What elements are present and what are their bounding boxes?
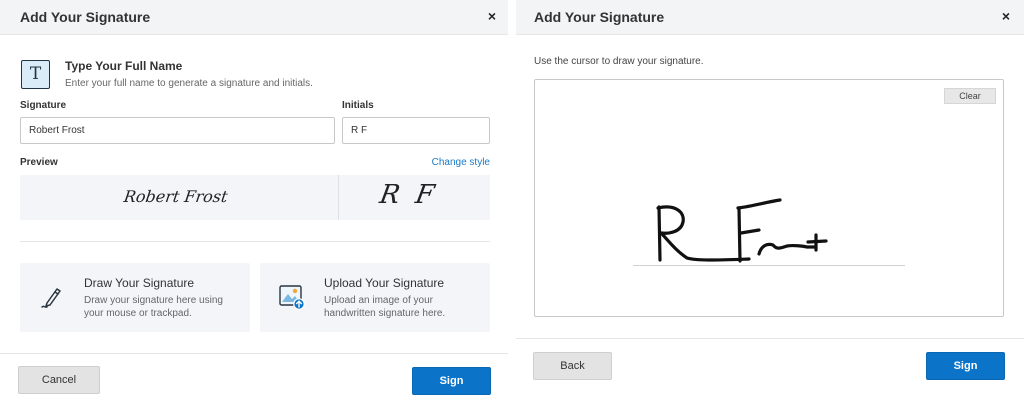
- upload-option-description: Upload an image of your handwritten sign…: [324, 295, 446, 319]
- signature-label: Signature: [20, 100, 67, 111]
- sign-button[interactable]: Sign: [412, 367, 491, 395]
- text-T-icon: T: [21, 60, 50, 89]
- initials-input[interactable]: [342, 117, 490, 144]
- footer-divider: [516, 338, 1024, 339]
- type-signature-dialog: Add Your Signature × T Type Your Full Na…: [0, 0, 508, 406]
- image-upload-icon: [279, 285, 305, 310]
- signature-input[interactable]: [20, 117, 335, 144]
- signature-preview: Robert Frost R F: [20, 175, 490, 220]
- close-icon[interactable]: ×: [1002, 8, 1010, 24]
- change-style-link[interactable]: Change style: [432, 157, 490, 168]
- upload-signature-option[interactable]: Upload Your Signature Upload an image of…: [260, 263, 490, 332]
- preview-divider: [338, 175, 339, 220]
- draw-instructions: Use the cursor to draw your signature.: [534, 56, 704, 67]
- preview-initials-text: R F: [377, 180, 441, 210]
- draw-option-title: Draw Your Signature: [84, 276, 195, 290]
- dialog-header: Add Your Signature ×: [516, 0, 1024, 35]
- dialog-header: Add Your Signature ×: [0, 0, 508, 35]
- text-T-glyph: T: [29, 64, 42, 84]
- upload-option-title: Upload Your Signature: [324, 276, 445, 290]
- pen-draw-icon: [41, 288, 61, 308]
- draw-signature-option[interactable]: Draw Your Signature Draw your signature …: [20, 263, 250, 332]
- dialog-title: Add Your Signature: [534, 9, 665, 25]
- footer-divider: [0, 353, 508, 354]
- signature-canvas[interactable]: Clear: [534, 79, 1004, 317]
- section-divider: [20, 241, 490, 242]
- type-section-heading: Type Your Full Name: [65, 59, 183, 73]
- close-icon[interactable]: ×: [488, 8, 496, 24]
- draw-option-description: Draw your signature here using your mous…: [84, 295, 223, 319]
- dialog-title: Add Your Signature: [20, 9, 151, 25]
- drawn-signature-stroke: [656, 198, 828, 263]
- cancel-button[interactable]: Cancel: [18, 366, 100, 394]
- sign-button[interactable]: Sign: [926, 352, 1005, 380]
- panel-gap: [508, 0, 516, 406]
- initials-label: Initials: [342, 100, 374, 111]
- preview-signature-text: Robert Frost: [122, 187, 229, 206]
- back-button[interactable]: Back: [533, 352, 612, 380]
- type-section-description: Enter your full name to generate a signa…: [65, 78, 313, 89]
- preview-label: Preview: [20, 157, 58, 168]
- draw-signature-dialog: Add Your Signature × Use the cursor to d…: [516, 0, 1024, 406]
